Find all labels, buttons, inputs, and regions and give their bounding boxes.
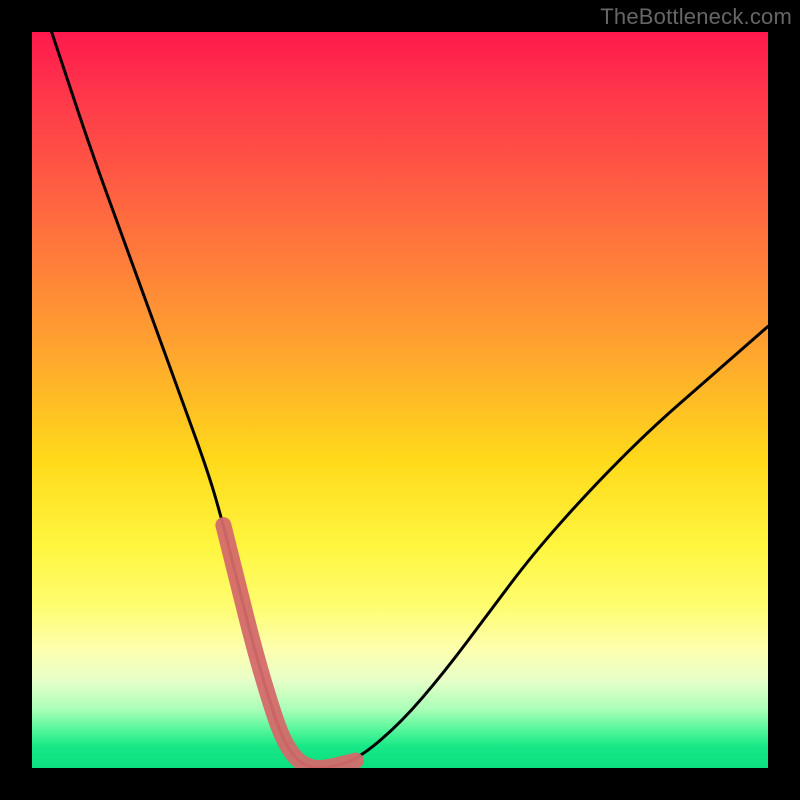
- bottleneck-curve-path: [32, 32, 768, 768]
- chart-frame: TheBottleneck.com: [0, 0, 800, 800]
- chart-plot-area: [32, 32, 768, 768]
- curve-group: [32, 32, 768, 768]
- bottleneck-curve-svg: [32, 32, 768, 768]
- highlight-segment-path: [223, 525, 355, 768]
- highlight-group: [223, 525, 355, 768]
- watermark-text: TheBottleneck.com: [600, 4, 792, 30]
